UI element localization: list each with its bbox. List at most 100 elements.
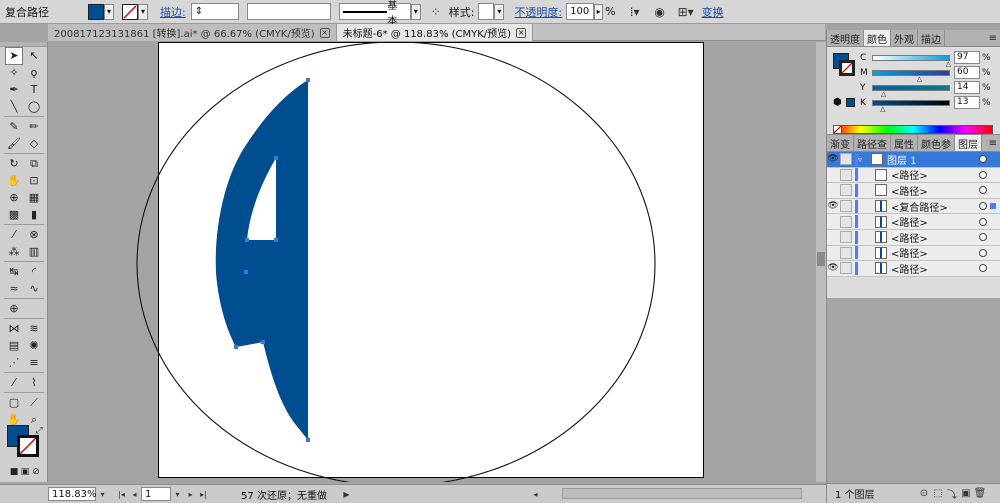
target-circle-icon[interactable] xyxy=(979,264,987,273)
magic-wand-tool-icon[interactable]: ✧ xyxy=(5,64,23,82)
opacity-dropdown-icon[interactable]: ▸ xyxy=(594,3,604,20)
vertical-scroll-thumb[interactable] xyxy=(817,252,825,266)
warp-wave-tool-icon[interactable]: ≋ xyxy=(25,320,43,338)
envelope-tool-icon[interactable]: ⋈ xyxy=(5,320,23,338)
artboard-tool-icon[interactable]: ▢ xyxy=(5,394,23,412)
sublayer-row[interactable]: <路径> xyxy=(827,214,1000,230)
canvas-area[interactable] xyxy=(48,42,825,482)
visibility-eye-icon[interactable]: 👁 xyxy=(827,154,839,164)
expand-arrow-icon[interactable]: ▿ xyxy=(858,155,868,164)
none-mode-icon[interactable]: ⊘ xyxy=(27,463,45,481)
lock-toggle[interactable] xyxy=(840,184,852,197)
ellipse-tool-icon[interactable]: ◯ xyxy=(25,98,43,116)
new-layer-icon[interactable]: ▣ xyxy=(959,488,973,499)
stroke-link[interactable]: 描边: xyxy=(160,4,186,20)
panel-menu-icon[interactable]: ≡ xyxy=(986,135,1000,151)
circle-outline[interactable] xyxy=(136,42,656,482)
slice-tool-icon[interactable]: ⟋ xyxy=(25,394,43,412)
arrange-icon[interactable]: ⁘ xyxy=(429,5,443,19)
scatter-tool-icon[interactable]: ⋰ xyxy=(5,354,23,372)
brush-definition-field[interactable]: 基本 xyxy=(338,1,411,27)
crosshair-tool-icon[interactable]: ⊕ xyxy=(5,300,23,318)
next-page-icon[interactable]: ▸ xyxy=(184,488,197,501)
pen-tool-icon[interactable]: ✒ xyxy=(5,81,23,99)
fill-dropdown-icon[interactable]: ▾ xyxy=(104,3,114,20)
layer-name[interactable]: 图层 1 xyxy=(887,152,979,167)
scale-tool-icon[interactable]: ⧉ xyxy=(25,155,43,173)
lock-toggle[interactable] xyxy=(840,168,852,181)
eyedropper-tool-icon[interactable]: ⁄ xyxy=(5,226,23,244)
last-page-icon[interactable]: ▸| xyxy=(197,488,210,501)
line-tool-icon[interactable]: ╲ xyxy=(5,98,23,116)
target-circle-icon[interactable] xyxy=(979,170,987,179)
color-stroke-swatch[interactable] xyxy=(839,60,855,76)
align-dropdown-icon[interactable]: ⁞▾ xyxy=(626,5,644,19)
color-spectrum[interactable] xyxy=(833,125,993,134)
brush-dropdown-icon[interactable]: ▾ xyxy=(410,3,421,20)
shape-builder-tool-icon[interactable]: ⊕ xyxy=(5,189,23,207)
prev-page-icon[interactable]: ◂ xyxy=(128,488,141,501)
symbol-sprayer-tool-icon[interactable]: ⁂ xyxy=(5,243,23,261)
layer-name[interactable]: <路径> xyxy=(891,230,979,245)
channel-slider[interactable]: △ xyxy=(872,54,951,67)
style-dropdown-icon[interactable]: ▾ xyxy=(494,3,505,20)
lock-toggle[interactable] xyxy=(840,262,852,275)
arc-tool-icon[interactable]: ◜ xyxy=(25,263,43,281)
eyedropper-tool-icon[interactable]: ⁄ xyxy=(5,374,23,392)
layers-panel-tab-2[interactable]: 属性 xyxy=(891,135,918,151)
pencil-tool-icon[interactable]: ✏ xyxy=(25,118,43,136)
horizontal-scrollbar[interactable] xyxy=(562,488,802,499)
color-panel-tab-2[interactable]: 外观 xyxy=(891,30,918,46)
sublayer-row[interactable]: <路径> xyxy=(827,245,1000,262)
sublayer-row[interactable]: <路径> xyxy=(827,229,1000,246)
channel-value-input[interactable]: 60 xyxy=(954,66,980,79)
document-tab-1[interactable]: 200817123131861 [转换].ai* @ 66.67% (CMYK/… xyxy=(48,24,337,41)
zoom-tool-icon[interactable]: ⌕ xyxy=(25,411,43,429)
lasso-tool-icon[interactable]: ϙ xyxy=(25,64,43,82)
channel-slider[interactable]: △ xyxy=(872,99,950,112)
blob-brush-tool-icon[interactable]: 🖌 xyxy=(5,135,23,153)
column-graph-tool-icon[interactable]: ▥ xyxy=(25,243,43,261)
lock-toggle[interactable] xyxy=(840,215,852,228)
layers-panel-tab-0[interactable]: 渐变 xyxy=(827,135,854,151)
opacity-link[interactable]: 不透明度: xyxy=(514,4,562,20)
stroke-none-swatch[interactable] xyxy=(122,3,138,20)
new-sublayer-icon[interactable]: ⤵ xyxy=(945,486,959,501)
mesh-tool-icon[interactable]: ▩ xyxy=(5,206,23,224)
slider-thumb-icon[interactable]: △ xyxy=(880,105,885,113)
eraser-tool-icon[interactable]: ◇ xyxy=(25,135,43,153)
lock-toggle[interactable] xyxy=(840,200,852,213)
wave-tool-icon[interactable]: ∿ xyxy=(25,280,43,298)
vertical-scrollbar[interactable] xyxy=(816,42,826,482)
lock-toggle[interactable] xyxy=(840,231,852,244)
sublayer-row[interactable]: 👁 <路径> xyxy=(827,261,1000,277)
rotate-tool-icon[interactable]: ↻ xyxy=(5,155,23,173)
grid-tool-icon[interactable]: ▤ xyxy=(5,337,23,355)
align-tool-icon[interactable]: ≡ xyxy=(25,354,43,372)
selection-tool-icon[interactable]: ➤ xyxy=(5,47,23,65)
target-circle-icon[interactable] xyxy=(979,186,987,195)
layers-panel-tab-1[interactable]: 路径查 xyxy=(854,135,891,151)
flare-tool-icon[interactable]: ✺ xyxy=(25,337,43,355)
visibility-eye-icon[interactable]: 👁 xyxy=(827,263,839,273)
compound-path-shape[interactable] xyxy=(215,80,308,440)
visibility-eye-icon[interactable]: 👁 xyxy=(827,201,839,211)
layer-name[interactable]: <路径> xyxy=(891,245,979,260)
color-panel-tab-0[interactable]: 透明度 xyxy=(827,30,864,46)
page-dropdown-icon[interactable]: ▾ xyxy=(171,488,184,501)
channel-slider[interactable]: △ xyxy=(872,69,950,82)
artwork[interactable] xyxy=(48,42,825,482)
zoom-field[interactable]: 118.83% xyxy=(48,487,97,501)
document-tab-2[interactable]: 未标题-6* @ 118.83% (CMYK/预览) × xyxy=(336,24,534,41)
close-icon[interactable]: × xyxy=(516,27,527,38)
gradient-tool-icon[interactable]: ▮ xyxy=(25,206,43,224)
channel-slider[interactable]: △ xyxy=(872,84,950,97)
variable-width-field[interactable] xyxy=(246,3,331,20)
layer-name[interactable]: <路径> xyxy=(891,183,979,198)
target-circle-icon[interactable] xyxy=(979,155,987,164)
status-menu-icon[interactable]: ▶ xyxy=(340,488,353,501)
width-tool-icon[interactable]: ↹ xyxy=(5,263,23,281)
blend-tool-icon[interactable]: ⊗ xyxy=(25,226,43,244)
free-transform-tool-icon[interactable]: ⊡ xyxy=(25,172,43,190)
lock-toggle[interactable] xyxy=(840,246,852,259)
